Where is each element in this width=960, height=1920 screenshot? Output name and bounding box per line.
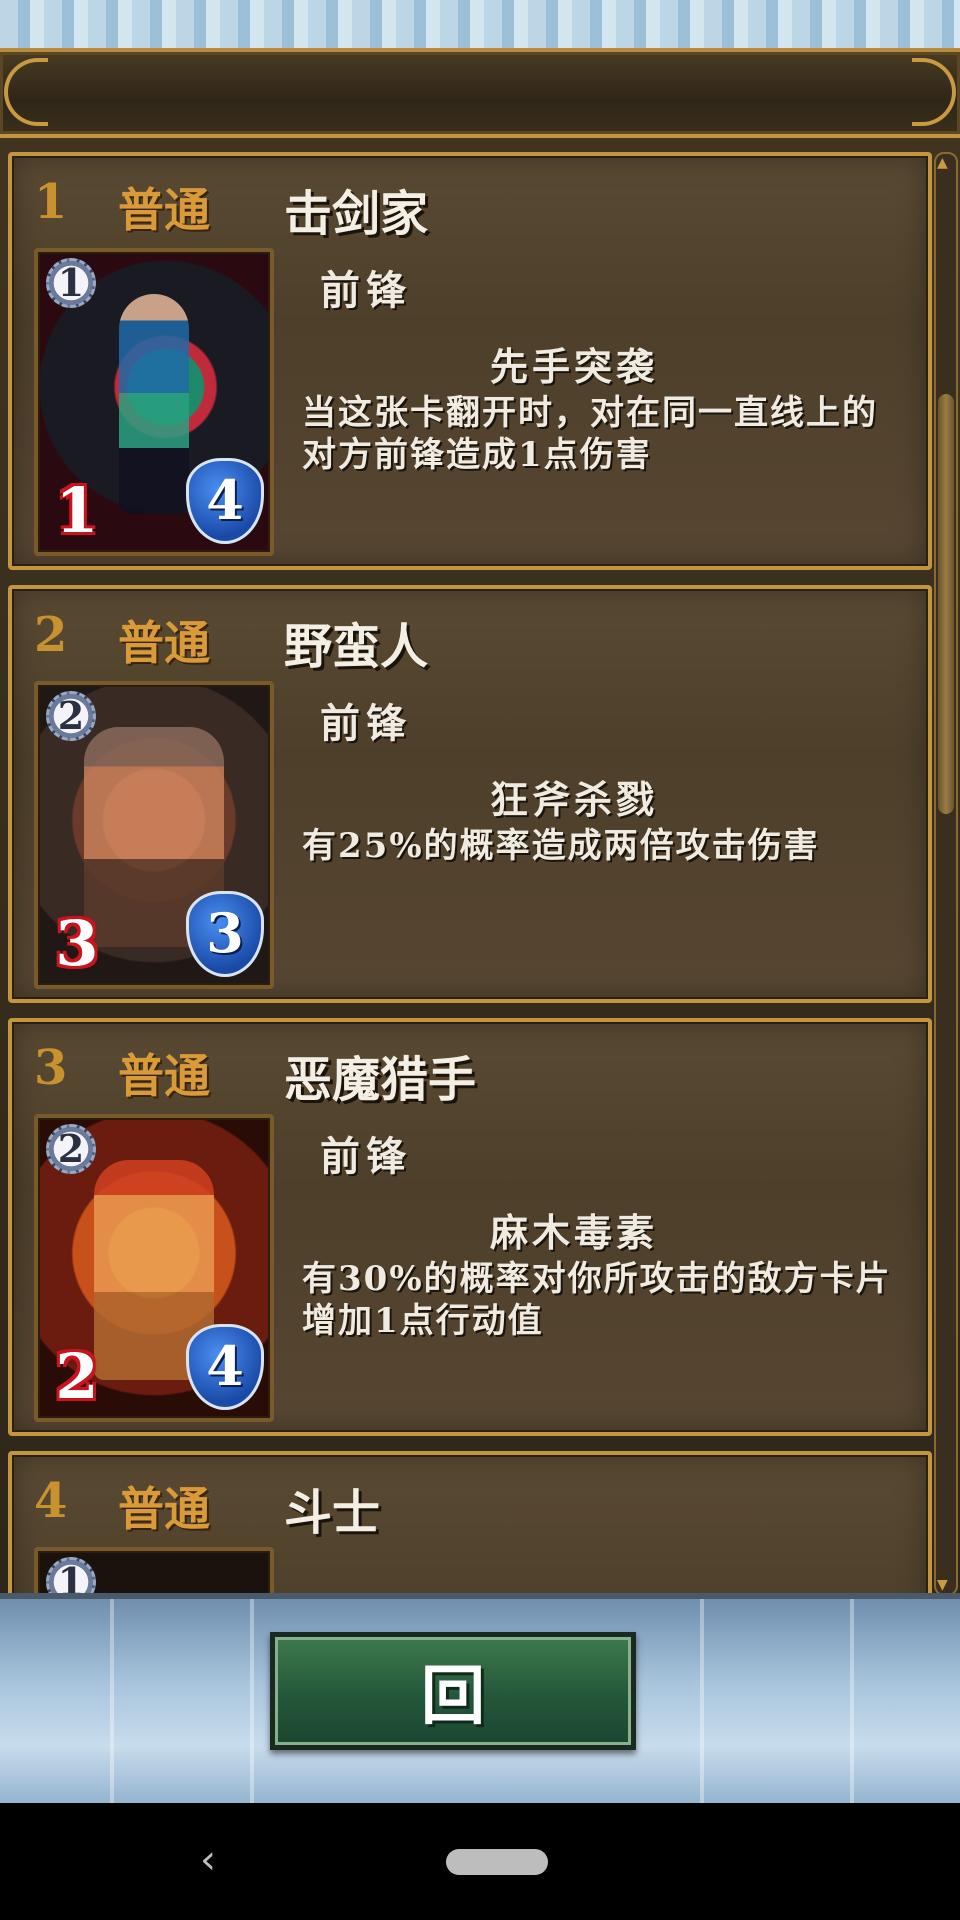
scroll-down-icon[interactable]: ▼ — [937, 1578, 948, 1592]
card-row-4[interactable]: 4 普通 斗士 1 — [8, 1451, 932, 1593]
floor-stripe — [850, 1599, 854, 1809]
card-index: 4 — [34, 1473, 68, 1529]
back-button[interactable]: 回 — [270, 1632, 636, 1750]
floor-stripe — [700, 1599, 704, 1809]
skill-description: 有30%的概率对你所攻击的敌方卡片增加1点行动值 — [302, 1259, 892, 1341]
cost-gear-icon: 2 — [46, 1124, 96, 1174]
defense-shield-icon: 4 — [186, 458, 264, 544]
card-figure-image — [119, 294, 189, 514]
defense-shield-icon: 3 — [186, 891, 264, 977]
skill-name: 先手突袭 — [490, 344, 659, 389]
scroll-up-icon[interactable]: ▲ — [937, 156, 948, 170]
card-row-2[interactable]: 2 普通 野蛮人 2 3 3 前锋 狂斧杀戮 有25%的概率造成两倍攻击伤害 — [8, 585, 932, 1003]
card-list[interactable]: 1 普通 击剑家 1 1 4 前锋 先手突袭 当这张卡翻开时，对在同一直线上的对… — [0, 138, 960, 1593]
card-row-3[interactable]: 3 普通 恶魔猎手 2 2 4 前锋 麻木毒素 有30%的概率对你所攻击的敌方卡… — [8, 1018, 932, 1436]
card-rarity: 普通 — [118, 616, 210, 670]
scrollbar-thumb[interactable] — [938, 394, 954, 814]
card-art[interactable]: 2 2 4 — [34, 1114, 274, 1422]
header-frame — [0, 48, 960, 139]
card-role: 前锋 — [320, 267, 412, 314]
card-name: 野蛮人 — [284, 619, 429, 675]
nav-home-icon[interactable] — [446, 1849, 548, 1875]
card-name: 斗士 — [284, 1485, 381, 1541]
card-name: 恶魔猎手 — [284, 1052, 477, 1108]
header-ornament-right — [912, 58, 956, 126]
floor-stripe — [110, 1599, 114, 1809]
defense-shield-icon: 4 — [186, 1324, 264, 1410]
cost-gear-icon: 2 — [46, 691, 96, 741]
nav-back-icon[interactable]: ‹ — [200, 1837, 216, 1883]
skill-name: 麻木毒素 — [490, 1210, 659, 1255]
attack-value: 1 — [55, 474, 99, 547]
system-navbar: ‹ — [0, 1803, 960, 1920]
cost-gear-icon: 1 — [46, 258, 96, 308]
floor-stripe — [250, 1599, 254, 1809]
attack-value: 2 — [55, 1340, 99, 1413]
card-index: 2 — [34, 607, 68, 663]
scrollbar[interactable]: ▲ ▼ — [934, 152, 958, 1593]
skill-name: 狂斧杀戮 — [490, 777, 659, 822]
card-art[interactable]: 1 — [34, 1547, 274, 1593]
card-rarity: 普通 — [118, 183, 210, 237]
card-rarity: 普通 — [118, 1482, 210, 1536]
card-role: 前锋 — [320, 1133, 412, 1180]
card-row-1[interactable]: 1 普通 击剑家 1 1 4 前锋 先手突袭 当这张卡翻开时，对在同一直线上的对… — [8, 152, 932, 570]
card-art[interactable]: 1 1 4 — [34, 248, 274, 556]
attack-value: 3 — [55, 907, 99, 980]
cost-gear-icon: 1 — [46, 1557, 96, 1593]
card-index: 3 — [34, 1040, 68, 1096]
header-ornament-left — [4, 58, 48, 126]
back-button-label: 回 — [421, 1659, 485, 1734]
card-rarity: 普通 — [118, 1049, 210, 1103]
skill-description: 当这张卡翻开时，对在同一直线上的对方前锋造成1点伤害 — [302, 393, 878, 475]
card-art[interactable]: 2 3 3 — [34, 681, 274, 989]
card-name: 击剑家 — [284, 186, 429, 242]
card-role: 前锋 — [320, 700, 412, 747]
card-index: 1 — [34, 174, 68, 230]
skill-description: 有25%的概率造成两倍攻击伤害 — [302, 826, 820, 866]
